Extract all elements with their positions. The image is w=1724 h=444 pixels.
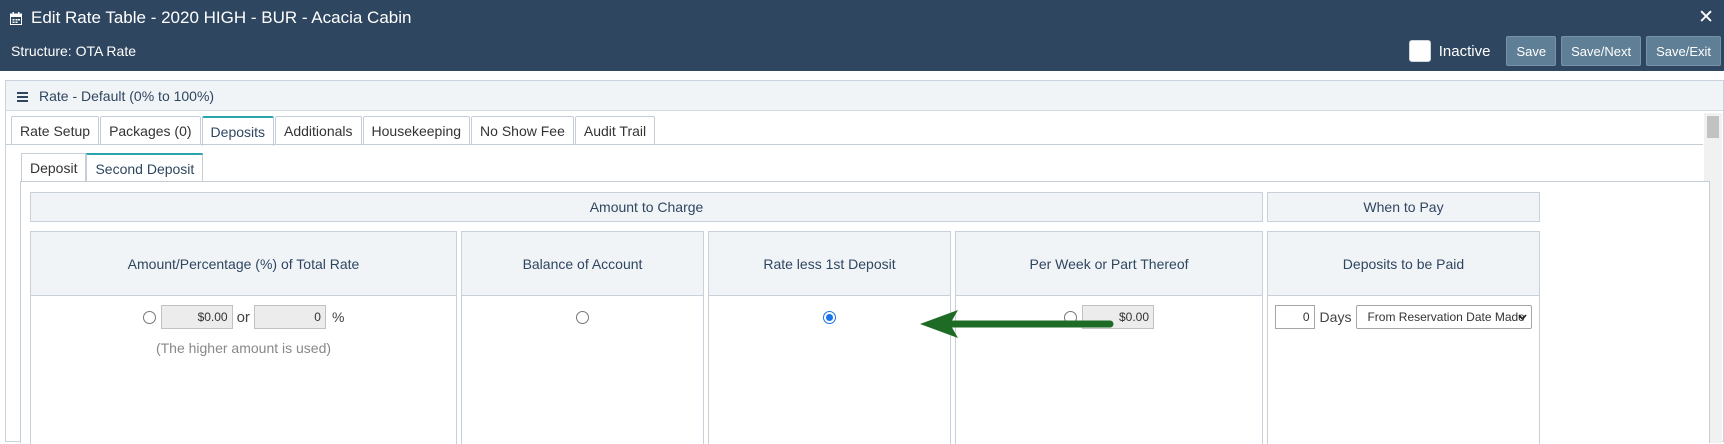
panel-title: Rate - Default (0% to 100%) <box>39 87 215 104</box>
percentage-field[interactable]: 0 <box>253 305 326 329</box>
tab-rate-setup[interactable]: Rate Setup <box>11 116 100 144</box>
deposit-subtabs: Deposit Second Deposit <box>21 153 204 183</box>
days-label: Days <box>1319 309 1352 325</box>
amount-field[interactable]: $0.00 <box>160 305 233 329</box>
balance-of-account-row <box>462 306 703 328</box>
rate-panel: Rate - Default (0% to 100%) Rate Setup P… <box>5 80 1724 444</box>
inactive-toggle: Inactive <box>1408 40 1491 62</box>
tab-no-show-fee[interactable]: No Show Fee <box>471 116 574 144</box>
hamburger-menu-icon[interactable] <box>17 92 28 102</box>
rate-less-first-deposit-column: Rate less 1st Deposit <box>708 231 951 444</box>
scrollbar-thumb[interactable] <box>1707 116 1719 138</box>
subtab-deposit[interactable]: Deposit <box>21 153 87 181</box>
save-button[interactable]: Save <box>1506 36 1557 66</box>
rate-less-first-deposit-header: Rate less 1st Deposit <box>709 232 950 296</box>
amount-percentage-column: Amount/Percentage (%) of Total Rate $0.0… <box>30 231 457 444</box>
amount-percentage-radio[interactable] <box>142 310 156 324</box>
tab-additionals[interactable]: Additionals <box>275 116 362 144</box>
deposits-to-be-paid-row: 0 Days From Reservation Date Made <box>1268 305 1539 329</box>
panel-header: Rate - Default (0% to 100%) <box>6 81 1723 111</box>
tab-deposits[interactable]: Deposits <box>201 116 275 146</box>
higher-amount-note: (The higher amount is used) <box>155 340 332 356</box>
inactive-checkbox[interactable] <box>1408 40 1431 62</box>
deposit-timing-select[interactable]: From Reservation Date Made <box>1356 305 1533 329</box>
balance-of-account-column: Balance of Account <box>461 231 704 444</box>
percent-sign: % <box>331 309 345 325</box>
annotation-arrow-icon <box>920 310 1114 338</box>
structure-label: Structure: OTA Rate <box>11 43 137 59</box>
days-field[interactable]: 0 <box>1274 305 1315 329</box>
balance-of-account-radio[interactable] <box>576 310 589 324</box>
close-icon[interactable]: ✕ <box>1698 6 1714 29</box>
toolbar-actions: Inactive Save Save/Next Save/Exit <box>1408 36 1721 66</box>
tab-housekeeping[interactable]: Housekeeping <box>362 116 471 144</box>
save-exit-button[interactable]: Save/Exit <box>1646 36 1721 66</box>
main-tabs: Rate Setup Packages (0) Deposits Additio… <box>11 116 656 146</box>
when-to-pay-header: When to Pay <box>1267 192 1540 222</box>
tab-packages[interactable]: Packages (0) <box>100 116 201 144</box>
tab-audit-trail[interactable]: Audit Trail <box>574 116 656 144</box>
chevron-down-icon <box>1518 314 1528 320</box>
window-title: Edit Rate Table - 2020 HIGH - BUR - Acac… <box>31 8 412 27</box>
amount-to-charge-header: Amount to Charge <box>30 192 1263 222</box>
or-label: or <box>236 308 250 326</box>
balance-of-account-header: Balance of Account <box>462 232 703 296</box>
tabs-divider <box>6 144 1703 145</box>
rate-less-first-deposit-row <box>709 306 950 328</box>
inactive-label: Inactive <box>1438 42 1491 60</box>
deposits-to-be-paid-header: Deposits to be Paid <box>1268 232 1539 296</box>
amount-percentage-header: Amount/Percentage (%) of Total Rate <box>31 232 456 296</box>
save-next-button[interactable]: Save/Next <box>1561 36 1642 66</box>
deposit-timing-value: From Reservation Date Made <box>1367 310 1525 324</box>
title-bar: Edit Rate Table - 2020 HIGH - BUR - Acac… <box>0 0 1724 71</box>
calendar-icon <box>10 11 22 25</box>
title-row: Edit Rate Table - 2020 HIGH - BUR - Acac… <box>10 7 411 29</box>
second-deposit-content: Amount to Charge When to Pay Amount/Perc… <box>20 181 1710 444</box>
deposits-to-be-paid-column: Deposits to be Paid 0 Days From Reservat… <box>1267 231 1540 444</box>
subtab-second-deposit[interactable]: Second Deposit <box>86 153 204 183</box>
rate-less-first-deposit-radio[interactable] <box>823 310 836 324</box>
per-week-header: Per Week or Part Thereof <box>956 232 1262 296</box>
amount-percentage-row: $0.00 or 0 % <box>31 305 456 329</box>
